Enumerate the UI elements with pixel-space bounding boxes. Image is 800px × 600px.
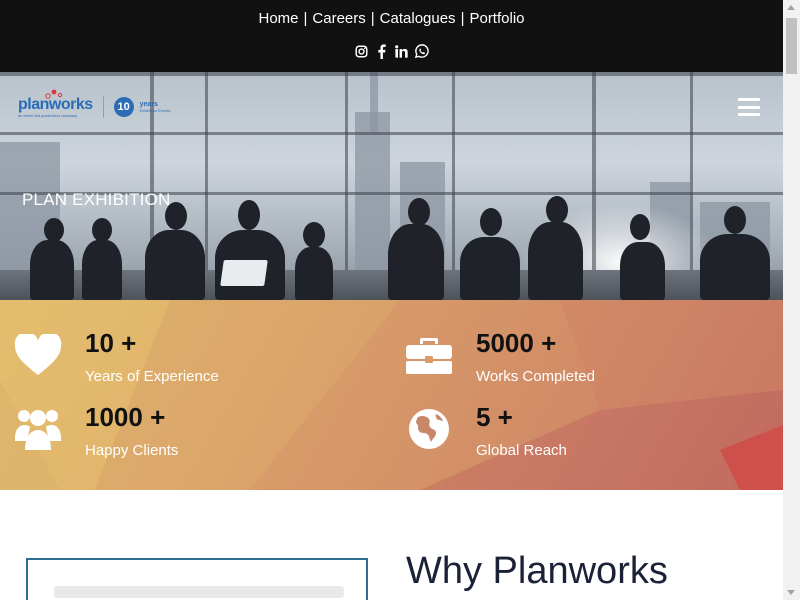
nav-separator: | — [303, 10, 308, 27]
users-icon — [13, 406, 63, 452]
hamburger-line — [738, 105, 760, 109]
person-head — [480, 208, 502, 236]
why-planworks-heading: Why Planworks — [406, 550, 668, 592]
hero-title: PLAN EXHIBITION — [22, 190, 171, 209]
logo-tagline: an event-led production company — [18, 112, 78, 118]
person-silhouette — [30, 240, 74, 300]
person-silhouette — [82, 240, 122, 300]
badge-subtext: Exhibition Events — [139, 108, 171, 113]
stat-number: 10 + — [85, 328, 137, 358]
hamburger-line — [738, 98, 760, 101]
person-head — [92, 218, 112, 242]
logo-dots-icon — [45, 89, 63, 99]
stat-label: Works Completed — [476, 368, 595, 385]
linkedin-icon[interactable] — [395, 43, 409, 59]
stat-clients: 1000 + Happy Clients — [13, 402, 313, 466]
window-frame — [345, 72, 348, 300]
stat-global: 5 + Global Reach — [404, 402, 704, 466]
person-silhouette — [388, 224, 444, 300]
main-nav: Home | Careers | Catalogues | Portfolio — [0, 10, 783, 27]
person-head — [303, 222, 325, 248]
globe-icon — [404, 406, 454, 452]
scroll-up-arrow-icon[interactable] — [787, 5, 795, 10]
nav-separator: | — [460, 10, 465, 27]
stat-number: 1000 + — [85, 402, 166, 432]
nav-link-catalogues[interactable]: Catalogues — [380, 10, 456, 27]
document-prop — [220, 260, 268, 286]
nav-link-careers[interactable]: Careers — [312, 10, 365, 27]
heart-icon — [13, 332, 63, 378]
stat-label: Global Reach — [476, 442, 567, 459]
image-placeholder — [54, 586, 344, 598]
stat-number: 5000 + — [476, 328, 557, 358]
window-frame — [0, 132, 783, 135]
window-frame — [690, 72, 693, 300]
nav-link-home[interactable]: Home — [258, 10, 298, 27]
facebook-icon[interactable] — [375, 43, 389, 59]
person-head — [546, 196, 568, 224]
person-silhouette — [295, 247, 333, 300]
stat-label: Happy Clients — [85, 442, 179, 459]
building-spire — [370, 72, 378, 132]
whatsapp-icon[interactable] — [414, 43, 429, 59]
person-silhouette — [700, 234, 770, 300]
stat-works: 5000 + Works Completed — [404, 328, 704, 392]
planworks-logo[interactable]: planworks an event-led production compan… — [18, 89, 171, 118]
person-silhouette — [620, 242, 665, 300]
instagram-icon[interactable] — [355, 43, 369, 59]
person-silhouette — [460, 237, 520, 300]
nav-link-portfolio[interactable]: Portfolio — [469, 10, 524, 27]
scroll-down-arrow-icon[interactable] — [787, 590, 795, 595]
window-frame — [205, 72, 208, 300]
window-frame — [452, 72, 455, 300]
logo-divider — [102, 96, 104, 118]
briefcase-icon — [404, 332, 454, 378]
stat-experience: 10 + Years of Experience — [13, 328, 313, 392]
stat-number: 5 + — [476, 402, 513, 432]
menu-hamburger-icon[interactable] — [738, 98, 760, 116]
person-head — [408, 198, 430, 226]
person-head — [630, 214, 650, 240]
person-head — [44, 218, 64, 242]
person-head — [238, 200, 260, 230]
nav-separator: | — [370, 10, 375, 27]
why-image-frame — [26, 558, 368, 600]
person-silhouette — [145, 230, 205, 300]
person-head — [724, 206, 746, 234]
social-links — [0, 43, 783, 59]
badge-years-label: years — [139, 101, 158, 108]
scrollbar-thumb[interactable] — [786, 18, 797, 74]
vertical-scrollbar[interactable] — [783, 0, 800, 600]
window-frame — [592, 72, 596, 300]
top-bar: Home | Careers | Catalogues | Portfolio — [0, 0, 783, 72]
stat-label: Years of Experience — [85, 368, 219, 385]
person-silhouette — [528, 222, 583, 300]
hamburger-line — [738, 113, 760, 116]
stats-section: 10 + Years of Experience 5000 + Works Co… — [0, 300, 783, 490]
window-frame — [0, 72, 783, 76]
ten-years-badge: 10 — [113, 97, 134, 117]
